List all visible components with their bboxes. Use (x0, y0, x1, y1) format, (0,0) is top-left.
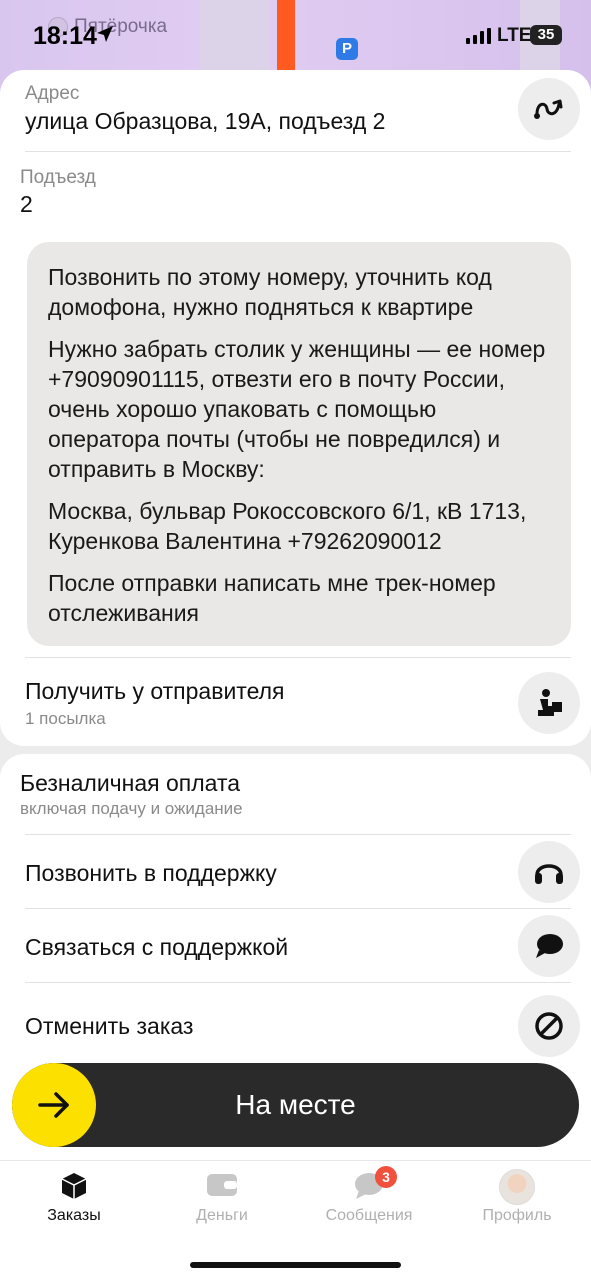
parcel-receive-icon (538, 689, 562, 716)
headset-icon (535, 864, 563, 884)
tab-messages[interactable]: 3 Сообщения (295, 1161, 443, 1241)
arrow-right-icon (38, 1092, 69, 1118)
slider-knob[interactable] (12, 1063, 96, 1147)
entrance-label: Подъезд (20, 167, 96, 188)
cancel-order-button[interactable] (518, 995, 580, 1057)
chat-support-button[interactable] (518, 915, 580, 977)
cancel-icon (535, 1012, 563, 1040)
divider (25, 657, 571, 658)
address-label: Адрес (25, 83, 80, 104)
avatar (499, 1169, 535, 1205)
divider (25, 151, 571, 152)
pickup-label: Получить у отправителя (25, 678, 285, 704)
status-bar: 18:14 LTE 35 (0, 0, 591, 70)
arrived-label: На месте (235, 1089, 356, 1120)
chat-support-label[interactable]: Связаться с поддержкой (25, 934, 288, 961)
divider (25, 908, 571, 909)
tab-label: Деньги (196, 1207, 248, 1224)
status-time: 18:14 (33, 22, 97, 50)
network-type: LTE (497, 25, 532, 46)
orders-box-icon (61, 1173, 87, 1199)
home-indicator[interactable] (190, 1262, 401, 1268)
customer-comment-bubble: Позвонить по этому номеру, уточнить код … (27, 242, 571, 646)
route-icon (534, 99, 563, 119)
call-support-label[interactable]: Позвонить в поддержку (25, 860, 277, 887)
tab-money[interactable]: Деньги (148, 1161, 296, 1241)
cancel-order-label[interactable]: Отменить заказ (25, 1013, 193, 1040)
comment-paragraph: После отправки написать мне трек-номер о… (48, 570, 496, 626)
pickup-button[interactable] (518, 672, 580, 734)
payment-title: Безналичная оплата (20, 770, 241, 796)
tab-profile[interactable]: Профиль (443, 1161, 591, 1241)
entrance-value: 2 (20, 191, 33, 217)
route-button[interactable] (518, 78, 580, 140)
tab-label: Профиль (482, 1207, 552, 1224)
battery-icon: 35 (530, 25, 562, 45)
location-arrow-icon (97, 26, 113, 42)
comment-paragraph: Нужно забрать столик у женщины — ее номе… (48, 336, 546, 482)
comment-paragraph: Позвонить по этому номеру, уточнить код … (48, 264, 492, 320)
divider (25, 982, 571, 983)
wallet-icon (207, 1174, 237, 1196)
order-details-card: Адрес улица Образцова, 19А, подъезд 2 По… (0, 70, 591, 746)
cellular-signal-icon (466, 28, 491, 44)
arrived-slider[interactable]: На месте (12, 1063, 579, 1147)
tab-orders[interactable]: Заказы (0, 1161, 148, 1241)
pickup-sublabel: 1 посылка (25, 709, 106, 728)
address-value[interactable]: улица Образцова, 19А, подъезд 2 (25, 108, 385, 135)
call-support-button[interactable] (518, 841, 580, 903)
unread-badge: 3 (375, 1166, 397, 1188)
chat-bubble-icon (536, 934, 563, 958)
tab-label: Сообщения (325, 1207, 413, 1224)
payment-subtitle: включая подачу и ожидание (20, 799, 243, 818)
divider (25, 834, 571, 835)
comment-paragraph: Москва, бульвар Рокоссовского 6/1, кВ 17… (48, 498, 527, 554)
tab-label: Заказы (47, 1207, 101, 1224)
